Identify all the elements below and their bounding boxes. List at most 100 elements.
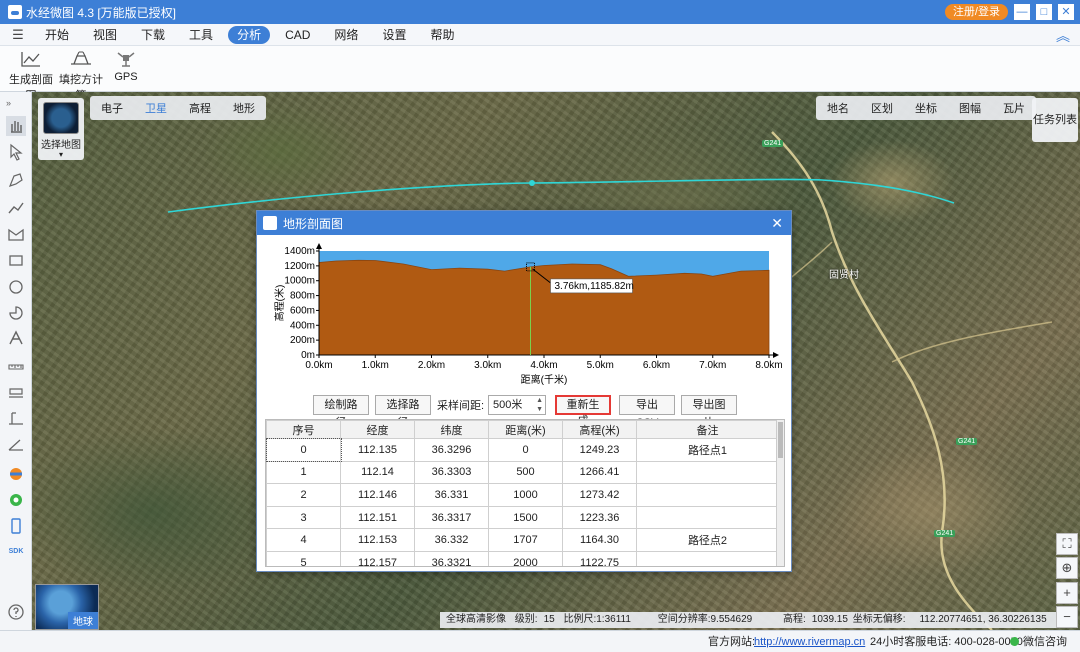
cell-distance[interactable]: 0	[488, 438, 563, 462]
cell-longitude[interactable]: 112.146	[340, 483, 415, 507]
cell-elevation[interactable]: 1273.42	[562, 483, 637, 507]
maximize-button[interactable]: □	[1036, 4, 1052, 20]
draw-point-icon[interactable]	[6, 170, 26, 190]
gps-button[interactable]: GPS	[112, 50, 140, 83]
cell-remark[interactable]	[636, 505, 779, 530]
cell-index[interactable]: 2	[266, 483, 341, 507]
cell-remark[interactable]: 路径点2	[636, 528, 779, 552]
table-row[interactable]: 5 112.157 36.3321 2000 1122.75	[266, 550, 779, 566]
register-login-button[interactable]: 注册/登录	[944, 4, 1008, 20]
cell-longitude[interactable]: 112.157	[340, 550, 415, 566]
cell-index[interactable]: 4	[266, 528, 341, 552]
menu-item-analysis[interactable]: 分析	[228, 25, 271, 44]
text-label-icon[interactable]	[6, 328, 26, 348]
expand-toolbar-icon[interactable]: »	[6, 98, 26, 108]
tab-map-sheets[interactable]: 图幅	[948, 100, 992, 116]
cell-distance[interactable]: 1000	[488, 483, 563, 507]
measure-distance-icon[interactable]	[6, 356, 26, 376]
pointer-icon[interactable]	[6, 142, 26, 162]
cell-latitude[interactable]: 36.3317	[414, 505, 489, 530]
plugin-icon[interactable]	[6, 490, 26, 510]
column-header-index[interactable]: 序号	[266, 420, 341, 439]
minimize-button[interactable]: —	[1014, 4, 1030, 20]
cell-latitude[interactable]: 36.331	[414, 483, 489, 507]
export-csv-button[interactable]: 导出CSV	[619, 395, 675, 429]
cell-elevation[interactable]: 1249.23	[562, 438, 637, 462]
tab-coordinates[interactable]: 坐标	[904, 100, 948, 116]
regenerate-button[interactable]: 重新生成	[555, 395, 611, 427]
sdk-icon[interactable]: SDK	[6, 542, 26, 562]
draw-area-icon[interactable]	[6, 224, 26, 244]
cell-remark[interactable]	[636, 483, 779, 507]
menu-item-network[interactable]: 网络	[325, 26, 367, 44]
cell-latitude[interactable]: 36.3303	[414, 460, 489, 485]
cell-elevation[interactable]: 1164.30	[562, 528, 637, 552]
cell-remark[interactable]: 路径点1	[636, 438, 779, 462]
tab-elevation[interactable]: 高程	[178, 100, 222, 116]
cell-distance[interactable]: 1707	[488, 528, 563, 552]
zoom-out-button[interactable]: −	[1056, 606, 1078, 628]
sector-icon[interactable]	[6, 302, 26, 322]
fullscreen-icon[interactable]: ⛶	[1056, 533, 1078, 555]
table-row[interactable]: 1 112.14 36.3303 500 1266.41	[266, 460, 779, 485]
menu-item-tools[interactable]: 工具	[180, 26, 222, 44]
cell-longitude[interactable]: 112.14	[340, 460, 415, 485]
pan-hand-icon[interactable]	[6, 116, 26, 136]
rectangle-icon[interactable]	[6, 250, 26, 270]
cell-index[interactable]: 0	[266, 437, 342, 463]
tab-place-names[interactable]: 地名	[816, 100, 860, 116]
cell-longitude[interactable]: 112.135	[340, 438, 415, 462]
measure-angle-icon[interactable]	[6, 434, 26, 454]
cell-index[interactable]: 5	[266, 550, 341, 566]
table-scrollbar[interactable]	[776, 420, 784, 566]
column-header-elevation[interactable]: 高程(米)	[562, 420, 637, 439]
menu-item-start[interactable]: 开始	[36, 26, 78, 44]
help-icon[interactable]	[6, 602, 26, 622]
cell-elevation[interactable]: 1122.75	[562, 550, 637, 566]
table-row[interactable]: 3 112.151 36.3317 1500 1223.36	[266, 505, 779, 530]
tab-terrain[interactable]: 地形	[222, 100, 266, 116]
menu-item-download[interactable]: 下载	[132, 26, 174, 44]
cell-index[interactable]: 1	[266, 460, 341, 485]
cell-longitude[interactable]: 112.153	[340, 528, 415, 552]
table-row[interactable]: 2 112.146 36.331 1000 1273.42	[266, 483, 779, 507]
spin-up-icon[interactable]: ▲	[536, 397, 543, 404]
cell-index[interactable]: 3	[266, 505, 341, 530]
task-list-button[interactable]: 任务列表	[1032, 98, 1078, 142]
cell-latitude[interactable]: 36.3321	[414, 550, 489, 566]
menu-item-settings[interactable]: 设置	[373, 26, 415, 44]
close-dialog-button[interactable]: ✕	[771, 215, 783, 232]
cell-distance[interactable]: 1500	[488, 505, 563, 530]
cell-remark[interactable]	[636, 460, 779, 485]
collapse-ribbon-icon[interactable]: ︽	[1056, 26, 1070, 46]
cell-elevation[interactable]: 1266.41	[562, 460, 637, 485]
cell-latitude[interactable]: 36.3296	[414, 438, 489, 462]
tab-satellite[interactable]: 卫星	[134, 100, 178, 116]
spin-down-icon[interactable]: ▼	[536, 406, 543, 413]
locate-icon[interactable]: ⊕	[1056, 557, 1078, 579]
column-header-remark[interactable]: 备注	[636, 420, 779, 439]
hamburger-menu-icon[interactable]: ☰	[0, 27, 36, 43]
cell-elevation[interactable]: 1223.36	[562, 505, 637, 530]
table-row[interactable]: 4 112.153 36.332 1707 1164.30 路径点2	[266, 528, 779, 552]
draw-path-button[interactable]: 绘制路径	[313, 395, 369, 429]
website-link[interactable]: http://www.rivermap.cn	[754, 631, 865, 652]
phone-icon[interactable]	[6, 516, 26, 536]
zoom-in-button[interactable]: +	[1056, 582, 1078, 604]
export-image-button[interactable]: 导出图片	[681, 395, 737, 429]
dialog-header[interactable]: 地形剖面图 ✕	[257, 211, 791, 235]
cell-distance[interactable]: 2000	[488, 550, 563, 566]
menu-item-help[interactable]: 帮助	[421, 26, 463, 44]
cell-latitude[interactable]: 36.332	[414, 528, 489, 552]
select-path-button[interactable]: 选择路径	[375, 395, 431, 429]
path-vertex[interactable]	[529, 180, 535, 186]
cell-distance[interactable]: 500	[488, 460, 563, 485]
tab-tiles[interactable]: 瓦片	[992, 100, 1036, 116]
cell-longitude[interactable]: 112.151	[340, 505, 415, 530]
table-row[interactable]: 0 112.135 36.3296 0 1249.23 路径点1	[266, 437, 779, 463]
circle-icon[interactable]	[6, 276, 26, 296]
column-header-latitude[interactable]: 纬度	[414, 420, 489, 439]
wechat-consult-link[interactable]: 微信咨询	[1010, 631, 1067, 652]
spinner-icon[interactable]: ▲ ▼	[536, 396, 543, 414]
globe-view-button[interactable]: 地球	[35, 584, 99, 630]
